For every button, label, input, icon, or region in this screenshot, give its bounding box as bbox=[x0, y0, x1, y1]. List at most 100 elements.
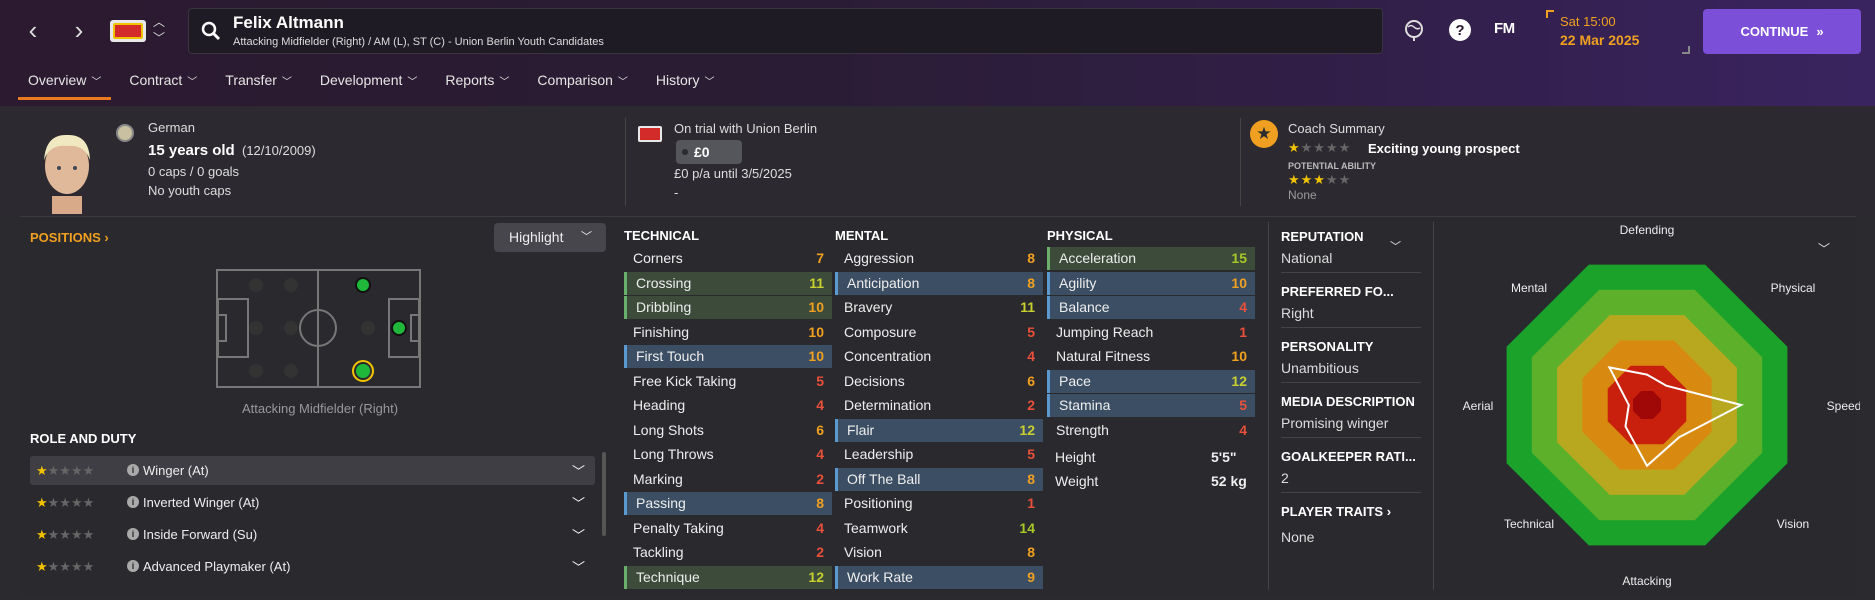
attribute-row[interactable]: Heading 4 bbox=[624, 394, 832, 417]
attribute-value: 10 bbox=[808, 323, 824, 340]
back-arrow-icon[interactable]: ‹ bbox=[18, 14, 48, 48]
attribute-row[interactable]: Composure 5 bbox=[835, 321, 1043, 344]
attribute-row[interactable]: Off The Ball 8 bbox=[835, 467, 1043, 491]
tab-comparison[interactable]: Comparison ﹀ bbox=[527, 68, 637, 100]
nationality-flag-icon[interactable] bbox=[116, 124, 134, 142]
attribute-name: First Touch bbox=[636, 348, 705, 364]
attribute-row[interactable]: Balance 4 bbox=[1047, 296, 1255, 319]
attribute-row[interactable]: Leadership 5 bbox=[835, 443, 1043, 466]
positions-link[interactable]: POSITIONS › bbox=[30, 230, 109, 245]
attribute-row[interactable]: Finishing 10 bbox=[624, 321, 832, 344]
attribute-row[interactable]: Aggression 8 bbox=[835, 247, 1043, 270]
club-badge[interactable] bbox=[110, 20, 146, 42]
attribute-row[interactable]: Tackling 2 bbox=[624, 541, 832, 564]
attribute-value: 11 bbox=[1020, 299, 1035, 315]
attribute-row[interactable]: Technique 12 bbox=[624, 565, 832, 589]
attribute-name: Pace bbox=[1059, 372, 1091, 389]
radar-label: Defending bbox=[1620, 223, 1675, 237]
attribute-row[interactable]: Positioning 1 bbox=[835, 492, 1043, 515]
double-chevron-icon: » bbox=[1816, 24, 1824, 39]
attribute-row[interactable]: Long Shots 6 bbox=[624, 419, 832, 442]
attribute-name: Leadership bbox=[844, 446, 914, 462]
attribute-row[interactable]: Natural Fitness 10 bbox=[1047, 345, 1255, 368]
tab-transfer[interactable]: Transfer ﹀ bbox=[215, 68, 302, 100]
tab-development[interactable]: Development ﹀ bbox=[310, 68, 428, 100]
role-row[interactable]: ★★★★★ i Inside Forward (Su) ﹀ bbox=[30, 520, 595, 549]
attribute-row[interactable]: Free Kick Taking 5 bbox=[624, 370, 832, 393]
attribute-row[interactable]: Strength 4 bbox=[1047, 419, 1255, 442]
globe-icon[interactable] bbox=[1402, 18, 1426, 42]
role-row[interactable]: ★★★★★ i Advanced Playmaker (At) ﹀ bbox=[30, 552, 595, 581]
attribute-row[interactable]: Concentration 4 bbox=[835, 345, 1043, 368]
attribute-row[interactable]: Decisions 6 bbox=[835, 370, 1043, 393]
role-row[interactable]: ★★★★★ i Winger (At) ﹀ bbox=[30, 456, 595, 485]
attribute-row[interactable]: Long Throws 4 bbox=[624, 443, 832, 466]
role-row[interactable]: ★★★★★ i Inverted Winger (At) ﹀ bbox=[30, 488, 595, 517]
attribute-row[interactable]: Crossing 11 bbox=[624, 271, 832, 295]
attribute-name: Balance bbox=[1059, 299, 1110, 315]
search-icon bbox=[201, 21, 221, 41]
help-icon[interactable]: ? bbox=[1448, 18, 1472, 42]
radar-label: Aerial bbox=[1463, 399, 1494, 413]
date-display[interactable]: Sat 15:00 22 Mar 2025 bbox=[1546, 10, 1690, 54]
attribute-row[interactable]: Dribbling 10 bbox=[624, 296, 832, 319]
reputation-chevron-icon[interactable]: ﹀ bbox=[1390, 238, 1401, 254]
radar-options-chevron-icon[interactable]: ﹀ bbox=[1818, 240, 1830, 257]
attribute-value: 4 bbox=[816, 519, 824, 536]
attribute-row[interactable]: Work Rate 9 bbox=[835, 565, 1043, 589]
weight-value: 52 kg bbox=[1211, 473, 1247, 489]
tab-contract[interactable]: Contract ﹀ bbox=[119, 68, 207, 100]
nationality: German bbox=[148, 120, 195, 135]
highlight-dropdown[interactable]: Highlight ﹀ bbox=[494, 223, 606, 252]
attribute-value: 6 bbox=[1027, 372, 1035, 389]
attribute-row[interactable]: Teamwork 14 bbox=[835, 517, 1043, 540]
attribute-name: Determination bbox=[844, 397, 932, 413]
tab-reports[interactable]: Reports ﹀ bbox=[435, 68, 519, 100]
attribute-value: 4 bbox=[816, 397, 824, 413]
attribute-row[interactable]: Passing 8 bbox=[624, 492, 832, 515]
player-subtitle: Attacking Midfielder (Right) / AM (L), S… bbox=[233, 36, 604, 48]
attribute-value: 10 bbox=[1231, 274, 1247, 291]
attribute-row[interactable]: Determination 2 bbox=[835, 394, 1043, 417]
coach-footnote: None bbox=[1288, 188, 1317, 202]
attribute-row[interactable]: Flair 12 bbox=[835, 418, 1043, 442]
attribute-row[interactable]: First Touch 10 bbox=[624, 345, 832, 368]
attribute-row[interactable]: Acceleration 15 bbox=[1047, 247, 1255, 270]
height-value: 5'5" bbox=[1211, 449, 1237, 465]
search-box[interactable]: Felix Altmann Attacking Midfielder (Righ… bbox=[188, 8, 1383, 54]
attribute-row[interactable]: Stamina 5 bbox=[1047, 394, 1255, 417]
attribute-row[interactable]: Jumping Reach 1 bbox=[1047, 321, 1255, 344]
tab-history[interactable]: History ﹀ bbox=[646, 68, 725, 100]
reputation-value: National bbox=[1281, 250, 1333, 266]
attribute-row[interactable]: Penalty Taking 4 bbox=[624, 517, 832, 540]
attribute-row[interactable]: Anticipation 8 bbox=[835, 271, 1043, 295]
potential-ability-stars: ★★★★★ bbox=[1288, 172, 1352, 187]
attribute-row[interactable]: Pace 12 bbox=[1047, 369, 1255, 393]
attribute-value: 8 bbox=[1027, 544, 1035, 560]
attribute-value: 8 bbox=[816, 495, 824, 511]
fm-logo[interactable]: FM bbox=[1494, 20, 1515, 37]
attribute-row[interactable]: Bravery 11 bbox=[835, 296, 1043, 319]
attribute-value: 10 bbox=[808, 348, 824, 364]
attribute-row[interactable]: Marking 2 bbox=[624, 468, 832, 491]
attribute-value: 12 bbox=[808, 568, 824, 585]
transfer-value-tag[interactable]: £0 bbox=[676, 140, 742, 164]
continue-button[interactable]: CONTINUE » bbox=[1703, 9, 1861, 54]
attribute-value: 12 bbox=[1019, 421, 1035, 438]
attribute-row[interactable]: Vision 8 bbox=[835, 541, 1043, 564]
physical-title: PHYSICAL bbox=[1047, 228, 1113, 243]
up-down-chevron-icon[interactable]: ︿ ﹀ bbox=[153, 14, 165, 46]
continue-label: CONTINUE bbox=[1740, 24, 1809, 39]
attribute-name: Long Shots bbox=[633, 421, 704, 438]
player-face[interactable] bbox=[32, 126, 102, 214]
roles-scrollbar[interactable] bbox=[602, 452, 606, 536]
attribute-row[interactable]: Agility 10 bbox=[1047, 271, 1255, 295]
attribute-row[interactable]: Corners 7 bbox=[624, 247, 832, 270]
reputation-title: REPUTATION bbox=[1281, 229, 1364, 244]
tab-overview[interactable]: Overview ﹀ bbox=[18, 68, 112, 100]
player-traits-link[interactable]: PLAYER TRAITS › bbox=[1281, 504, 1391, 519]
attribute-value: 10 bbox=[808, 299, 824, 315]
attribute-name: Jumping Reach bbox=[1056, 323, 1154, 340]
attribute-radar[interactable]: Defending Physical Speed Vision Attacking Tec… bbox=[1440, 220, 1860, 590]
forward-arrow-icon[interactable]: › bbox=[64, 14, 94, 48]
